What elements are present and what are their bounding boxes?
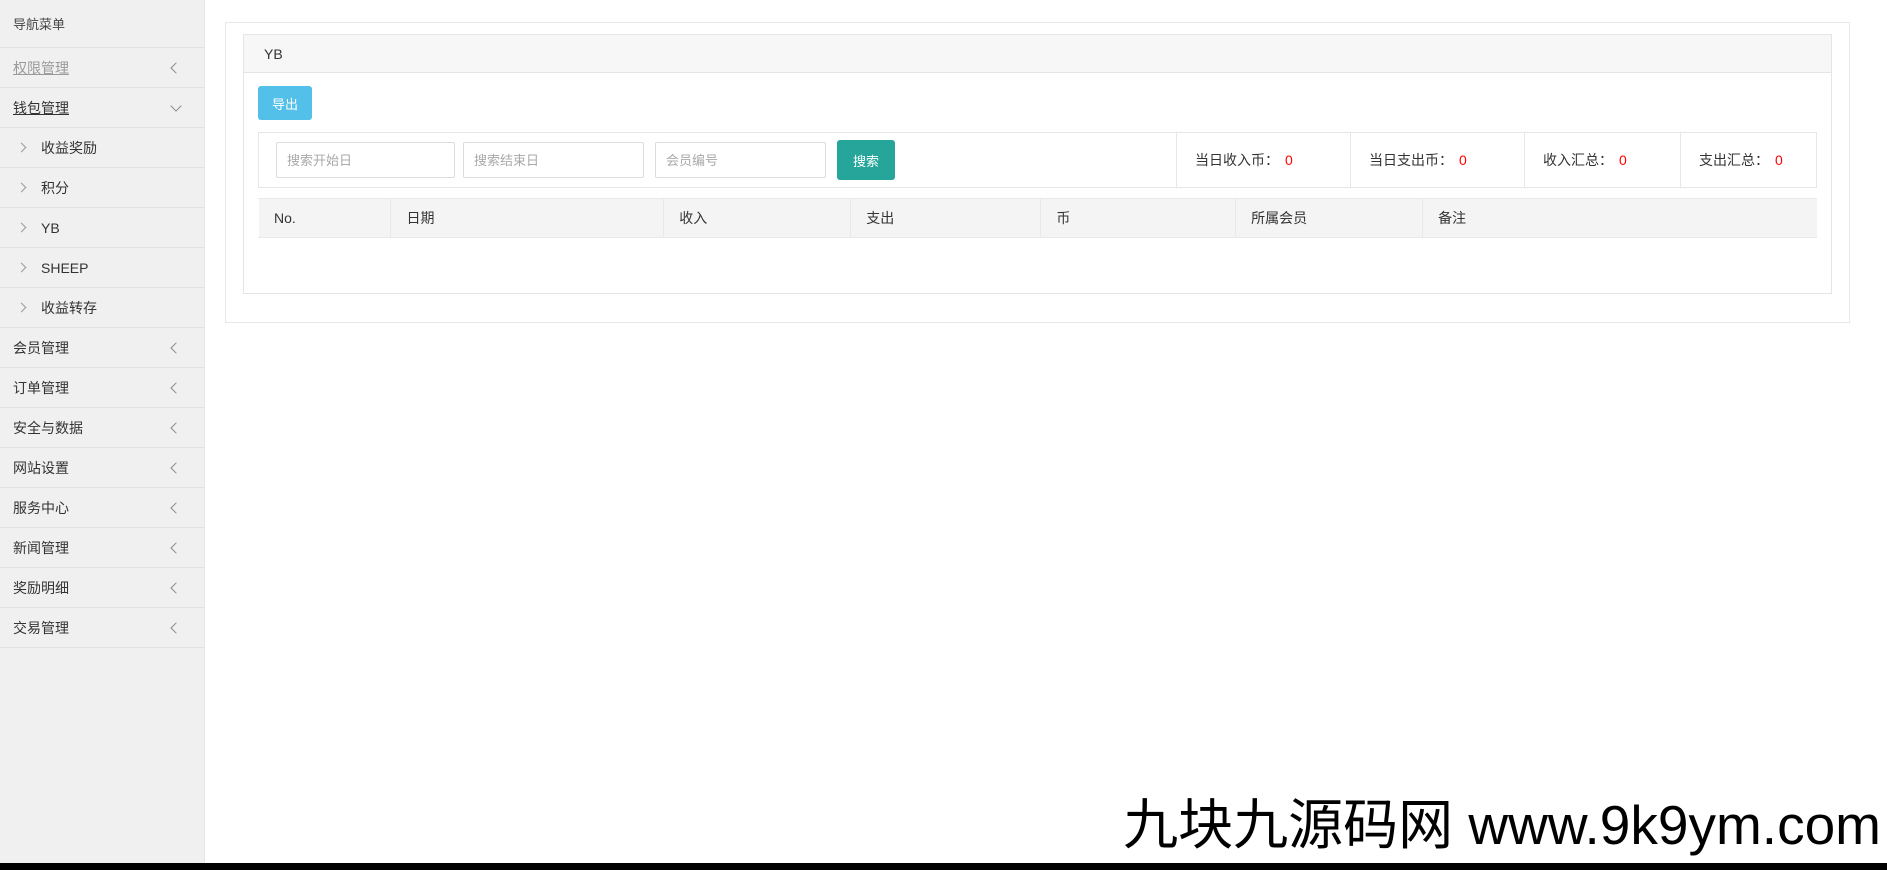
sidebar-item-label: 交易管理 bbox=[13, 619, 69, 636]
sidebar-item-label: 权限管理 bbox=[13, 59, 69, 76]
watermark-bottom-bar bbox=[0, 863, 1887, 870]
stat-cell: 收入汇总： 0 bbox=[1524, 133, 1680, 187]
column-header: 所属会员 bbox=[1235, 198, 1424, 238]
column-header: No. bbox=[258, 198, 392, 238]
sidebar-item-label: 新闻管理 bbox=[13, 539, 69, 556]
column-header: 备注 bbox=[1422, 198, 1817, 238]
member-number-input[interactable] bbox=[655, 142, 826, 178]
sidebar-item[interactable]: 奖励明细 bbox=[0, 568, 204, 608]
filter-bar: 搜索 当日收入币： 0 当日支出币： 0 收入汇总： 0 支出汇总： 0 bbox=[258, 132, 1817, 188]
sidebar-item-label: 收益奖励 bbox=[41, 139, 97, 156]
chevron-right-icon bbox=[16, 142, 27, 153]
sidebar-item[interactable]: 钱包管理 bbox=[0, 88, 204, 128]
stat-label: 当日收入币： bbox=[1195, 152, 1279, 168]
stat-cell: 当日支出币： 0 bbox=[1350, 133, 1524, 187]
sidebar-item[interactable]: 权限管理 bbox=[0, 48, 204, 88]
end-date-input[interactable] bbox=[463, 142, 644, 178]
sidebar-header: 导航菜单 bbox=[0, 0, 204, 48]
sidebar-item[interactable]: YB bbox=[0, 208, 204, 248]
watermark-text: 九块九源码网 www.9k9ym.com bbox=[1123, 794, 1881, 856]
sidebar-item-label: 服务中心 bbox=[13, 499, 69, 516]
sidebar-item-label: 安全与数据 bbox=[13, 419, 83, 436]
sidebar-item[interactable]: 安全与数据 bbox=[0, 408, 204, 448]
chevron-left-icon bbox=[170, 421, 182, 434]
results-table: No. 日期 收入 支出币所属会员 备注 bbox=[258, 198, 1817, 238]
search-button[interactable]: 搜索 bbox=[837, 140, 895, 180]
sidebar: 导航菜单 权限管理钱包管理收益奖励积分 YB SHEEP 收益转存会员管理订单管理安全… bbox=[0, 0, 205, 870]
chevron-left-icon bbox=[170, 621, 182, 634]
start-date-input[interactable] bbox=[276, 142, 455, 178]
chevron-left-icon bbox=[170, 341, 182, 354]
stat-label: 收入汇总： bbox=[1543, 152, 1613, 168]
sidebar-item-label: 收益转存 bbox=[41, 299, 97, 316]
sidebar-item-label: 奖励明细 bbox=[13, 579, 69, 596]
sidebar-item-label: 会员管理 bbox=[13, 339, 69, 356]
chevron-right-icon bbox=[16, 262, 27, 273]
sidebar-item-label: SHEEP bbox=[41, 259, 89, 276]
main-content: YB 导出 搜索 当日收入币： 0 当日支出币： 0 收入汇总： 0 支出汇总： 0 No.日… bbox=[205, 0, 1887, 870]
panel-body: 导出 搜索 当日收入币：0当日支出币：0收入汇总：0支出汇总：0 No.日期收入… bbox=[244, 73, 1831, 293]
content-card: YB 导出 搜索 当日收入币： 0 当日支出币： 0 收入汇总： 0 支出汇总： 0 No.日… bbox=[225, 22, 1850, 323]
sidebar-item[interactable]: 交易管理 bbox=[0, 608, 204, 648]
sidebar-item[interactable]: 新闻管理 bbox=[0, 528, 204, 568]
chevron-left-icon bbox=[170, 541, 182, 554]
sidebar-item[interactable]: 收益奖励 bbox=[0, 128, 204, 168]
stats-group: 当日收入币： 0 当日支出币： 0 收入汇总： 0 支出汇总： 0 bbox=[1176, 133, 1816, 187]
sidebar-item[interactable]: 网站设置 bbox=[0, 448, 204, 488]
sidebar-item-label: YB bbox=[41, 219, 60, 236]
chevron-down-icon bbox=[170, 100, 182, 112]
stat-value: 0 bbox=[1775, 152, 1783, 168]
stat-value: 0 bbox=[1619, 152, 1627, 168]
table-header-row: No. 日期 收入 支出币所属会员 备注 bbox=[258, 198, 1817, 238]
sidebar-item[interactable]: 积分 bbox=[0, 168, 204, 208]
chevron-left-icon bbox=[170, 381, 182, 394]
sidebar-item[interactable]: 订单管理 bbox=[0, 368, 204, 408]
chevron-right-icon bbox=[16, 222, 27, 233]
sidebar-item[interactable]: 会员管理 bbox=[0, 328, 204, 368]
stat-label: 当日支出币： bbox=[1369, 152, 1453, 168]
chevron-right-icon bbox=[16, 182, 27, 193]
panel-header: YB bbox=[244, 35, 1831, 73]
chevron-left-icon bbox=[170, 501, 182, 514]
column-header: 收入 bbox=[663, 198, 852, 238]
stat-value: 0 bbox=[1459, 152, 1467, 168]
column-header: 日期 bbox=[390, 198, 665, 238]
column-header: 币 bbox=[1040, 198, 1237, 238]
sidebar-nav: 权限管理钱包管理收益奖励积分 YB SHEEP 收益转存会员管理订单管理安全与数据网站… bbox=[0, 48, 204, 648]
panel-title: YB bbox=[264, 45, 283, 62]
sidebar-item-label: 订单管理 bbox=[13, 379, 69, 396]
sidebar-item[interactable]: 服务中心 bbox=[0, 488, 204, 528]
chevron-left-icon bbox=[170, 61, 182, 74]
export-button[interactable]: 导出 bbox=[258, 86, 312, 120]
stat-label: 支出汇总： bbox=[1699, 152, 1769, 168]
stat-value: 0 bbox=[1285, 152, 1293, 168]
chevron-left-icon bbox=[170, 581, 182, 594]
sidebar-item[interactable]: 收益转存 bbox=[0, 288, 204, 328]
column-header: 支出 bbox=[850, 198, 1042, 238]
sidebar-item-label: 钱包管理 bbox=[13, 99, 69, 116]
table-empty-area bbox=[258, 238, 1817, 293]
stat-cell: 支出汇总： 0 bbox=[1680, 133, 1816, 187]
stat-cell: 当日收入币： 0 bbox=[1176, 133, 1350, 187]
sidebar-item[interactable]: SHEEP bbox=[0, 248, 204, 288]
yb-panel: YB 导出 搜索 当日收入币： 0 当日支出币： 0 收入汇总： 0 支出汇总： 0 No.日… bbox=[243, 34, 1832, 294]
sidebar-item-label: 网站设置 bbox=[13, 459, 69, 476]
sidebar-item-label: 积分 bbox=[41, 179, 69, 196]
chevron-left-icon bbox=[170, 461, 182, 474]
chevron-right-icon bbox=[16, 302, 27, 313]
